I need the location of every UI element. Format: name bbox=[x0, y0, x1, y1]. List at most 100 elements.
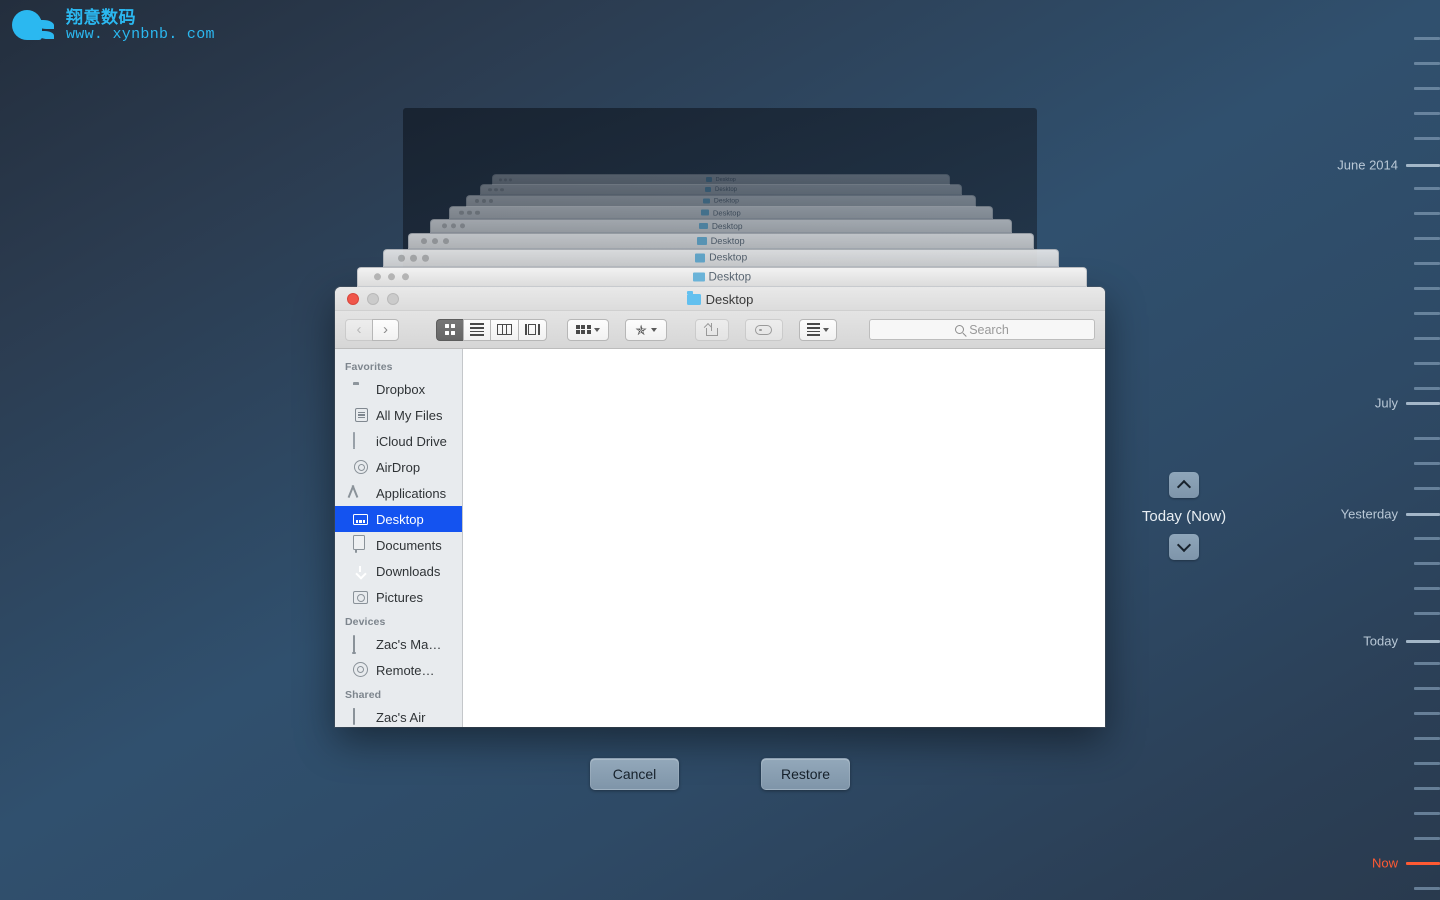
cancel-button[interactable]: Cancel bbox=[590, 758, 679, 790]
timeline-tick[interactable] bbox=[1414, 662, 1440, 665]
action-menu-button[interactable]: ✯ bbox=[624, 318, 667, 341]
next-snapshot-button[interactable] bbox=[1169, 534, 1199, 560]
arrange-icon bbox=[575, 324, 591, 335]
timeline-tick[interactable] bbox=[1414, 437, 1440, 440]
timeline-tick[interactable] bbox=[1414, 137, 1440, 140]
bullet-list-icon bbox=[806, 322, 820, 337]
timeline-label-tick[interactable] bbox=[1406, 164, 1440, 167]
sidebar-item-pictures[interactable]: Pictures bbox=[335, 584, 462, 610]
timeline-tick[interactable] bbox=[1414, 612, 1440, 615]
finder-sidebar[interactable]: Favorites Dropbox All My Files iCloud Drive… bbox=[335, 349, 463, 727]
stacked-window[interactable]: Desktop bbox=[408, 233, 1034, 249]
sidebar-item-desktop[interactable]: Desktop bbox=[335, 506, 462, 532]
timeline-tick[interactable] bbox=[1414, 262, 1440, 265]
stacked-window[interactable]: Desktop bbox=[357, 267, 1087, 287]
folder-icon bbox=[353, 381, 369, 397]
sidebar-item-label: iCloud Drive bbox=[376, 433, 447, 449]
folder-icon bbox=[694, 253, 706, 263]
timeline-tick[interactable] bbox=[1414, 387, 1440, 390]
forward-button[interactable]: › bbox=[372, 318, 399, 341]
sidebar-item-zac-s-air[interactable]: Zac's Air bbox=[335, 704, 462, 727]
stacked-window-title-text: Desktop bbox=[715, 176, 736, 183]
stacked-window-title: Desktop bbox=[481, 187, 961, 193]
search-icon bbox=[955, 325, 965, 334]
timeline-tick[interactable] bbox=[1414, 887, 1440, 890]
timeline-tick[interactable] bbox=[1414, 112, 1440, 115]
timeline-tick[interactable] bbox=[1414, 712, 1440, 715]
timeline-tick[interactable] bbox=[1414, 462, 1440, 465]
file-list-area[interactable] bbox=[463, 349, 1105, 727]
back-button[interactable]: ‹ bbox=[345, 318, 372, 341]
timeline-tick[interactable] bbox=[1414, 212, 1440, 215]
share-button[interactable] bbox=[694, 318, 729, 341]
timeline-tick[interactable] bbox=[1414, 837, 1440, 840]
stacked-window-title: Desktop bbox=[409, 236, 1033, 246]
list-view-button[interactable] bbox=[463, 318, 490, 341]
sidebar-section-header: Devices bbox=[345, 616, 386, 628]
timeline-tick[interactable] bbox=[1414, 812, 1440, 815]
sidebar-item-applications[interactable]: Applications bbox=[335, 480, 462, 506]
timeline-label-tick[interactable] bbox=[1406, 513, 1440, 516]
sidebar-item-documents[interactable]: Documents bbox=[335, 532, 462, 558]
watermark-logo-icon bbox=[10, 6, 58, 46]
sidebar-item-dropbox[interactable]: Dropbox bbox=[335, 376, 462, 402]
timeline-tick[interactable] bbox=[1414, 587, 1440, 590]
timeline-tick[interactable] bbox=[1414, 237, 1440, 240]
sidebar-item-zac-s-ma[interactable]: Zac's Ma… bbox=[335, 631, 462, 657]
stacked-window-title: Desktop bbox=[467, 198, 975, 205]
tag-button[interactable] bbox=[744, 318, 783, 341]
stacked-window[interactable]: Desktop bbox=[383, 249, 1059, 267]
stacked-window[interactable]: Desktop bbox=[449, 206, 993, 219]
sidebar-item-all-my-files[interactable]: All My Files bbox=[335, 402, 462, 428]
coverflow-view-button[interactable] bbox=[518, 318, 547, 341]
icon-view-button[interactable] bbox=[436, 318, 463, 341]
timeline-now-tick[interactable] bbox=[1406, 862, 1440, 865]
timeline-tick[interactable] bbox=[1414, 287, 1440, 290]
timeline-tick[interactable] bbox=[1414, 737, 1440, 740]
search-input[interactable]: Search bbox=[869, 319, 1095, 340]
sidebar-item-remote[interactable]: Remote… bbox=[335, 657, 462, 683]
sidebar-item-label: Downloads bbox=[376, 563, 441, 579]
timeline-tick[interactable] bbox=[1414, 687, 1440, 690]
timeline-label[interactable]: Today bbox=[1363, 634, 1398, 649]
sidebar-item-airdrop[interactable]: AirDrop bbox=[335, 454, 462, 480]
timeline-tick[interactable] bbox=[1414, 362, 1440, 365]
downloads-icon bbox=[353, 563, 369, 579]
timeline-tick[interactable] bbox=[1414, 87, 1440, 90]
all-files-icon bbox=[353, 407, 369, 423]
sidebar-item-icloud-drive[interactable]: iCloud Drive bbox=[335, 428, 462, 454]
previous-snapshot-button[interactable] bbox=[1169, 472, 1199, 498]
timeline-tick[interactable] bbox=[1414, 187, 1440, 190]
column-view-button[interactable] bbox=[490, 318, 518, 341]
timeline-label[interactable]: June 2014 bbox=[1337, 158, 1398, 173]
timeline-tick[interactable] bbox=[1414, 537, 1440, 540]
applications-icon bbox=[353, 485, 369, 501]
stacked-window[interactable]: Desktop bbox=[430, 219, 1012, 233]
action-bar: Cancel Restore bbox=[0, 758, 1440, 790]
timeline-label[interactable]: July bbox=[1375, 396, 1398, 411]
time-machine-navigator: Today (Now) bbox=[1124, 472, 1244, 560]
timeline-label-tick[interactable] bbox=[1406, 402, 1440, 405]
finder-toolbar: ‹ › ✯ Search bbox=[335, 311, 1105, 349]
stacked-window-title-text: Desktop bbox=[714, 186, 737, 193]
sidebar-item-downloads[interactable]: Downloads bbox=[335, 558, 462, 584]
folder-icon bbox=[686, 291, 701, 305]
chevron-down-icon bbox=[651, 327, 658, 332]
item-arrange-button[interactable] bbox=[798, 318, 837, 341]
timeline-tick[interactable] bbox=[1414, 37, 1440, 40]
timeline-label[interactable]: Now bbox=[1372, 856, 1398, 871]
timeline-tick[interactable] bbox=[1414, 62, 1440, 65]
arrange-button[interactable] bbox=[566, 318, 609, 341]
finder-body: Favorites Dropbox All My Files iCloud Drive… bbox=[335, 349, 1105, 727]
sidebar-item-label: Documents bbox=[376, 537, 442, 553]
timeline-label-tick[interactable] bbox=[1406, 640, 1440, 643]
timeline-tick[interactable] bbox=[1414, 312, 1440, 315]
timeline-tick[interactable] bbox=[1414, 337, 1440, 340]
timeline-label[interactable]: Yesterday bbox=[1341, 507, 1398, 522]
restore-button[interactable]: Restore bbox=[761, 758, 850, 790]
timeline-tick[interactable] bbox=[1414, 562, 1440, 565]
stacked-window[interactable]: Desktop bbox=[480, 184, 962, 195]
chevron-left-icon: ‹ bbox=[356, 320, 362, 338]
timeline-tick[interactable] bbox=[1414, 487, 1440, 490]
folder-icon bbox=[697, 237, 707, 245]
